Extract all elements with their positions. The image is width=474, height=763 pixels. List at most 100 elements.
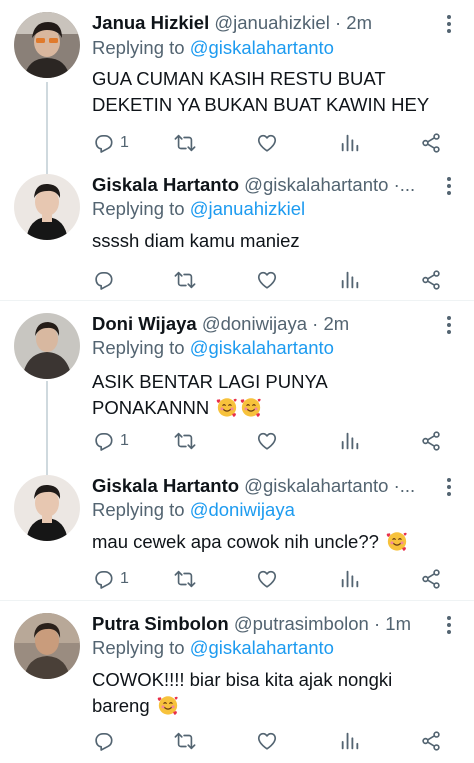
- tweet-header: Giskala Hartanto @giskalahartanto ·...: [92, 174, 442, 196]
- mention-link[interactable]: @doniwijaya: [190, 499, 295, 520]
- avatar[interactable]: [14, 613, 80, 679]
- analytics-button[interactable]: [339, 428, 361, 454]
- analytics-icon: [339, 568, 361, 590]
- avatar[interactable]: [14, 174, 80, 240]
- reply-button[interactable]: 1: [92, 428, 129, 454]
- like-icon: [256, 430, 278, 452]
- replying-to: Replying to @giskalahartanto: [92, 37, 334, 59]
- smiling-face-with-hearts-emoji: [240, 396, 262, 418]
- tweet-text-content: ssssh diam kamu maniez: [92, 230, 300, 251]
- thread-line: [46, 381, 48, 463]
- smiling-face-with-hearts-emoji: [216, 396, 238, 418]
- share-icon: [420, 269, 442, 291]
- more-icon[interactable]: [446, 478, 452, 499]
- tweet-reply[interactable]: Giskala Hartanto @giskalahartanto ·... R…: [0, 162, 474, 300]
- like-button[interactable]: [256, 267, 278, 293]
- user-handle[interactable]: @doniwijaya: [202, 313, 307, 334]
- retweet-icon: [174, 132, 196, 154]
- user-handle[interactable]: @januahizkiel: [214, 12, 329, 33]
- analytics-icon: [339, 132, 361, 154]
- timestamp[interactable]: 2m: [346, 12, 372, 33]
- display-name[interactable]: Janua Hizkiel: [92, 12, 209, 33]
- more-icon[interactable]: [446, 616, 452, 637]
- separator-dot: ·...: [393, 475, 416, 496]
- retweet-button[interactable]: [174, 428, 196, 454]
- display-name[interactable]: Giskala Hartanto: [92, 475, 239, 496]
- reply-button[interactable]: [92, 267, 114, 293]
- replying-to-label: Replying to: [92, 637, 185, 658]
- tweet-header: Giskala Hartanto @giskalahartanto ·...: [92, 475, 442, 497]
- mention-link[interactable]: @januahizkiel: [190, 198, 305, 219]
- timestamp[interactable]: 2m: [323, 313, 349, 334]
- timestamp[interactable]: 1m: [385, 613, 411, 634]
- replying-to: Replying to @doniwijaya: [92, 499, 295, 521]
- like-button[interactable]: [256, 566, 278, 592]
- separator-dot: ·...: [393, 174, 416, 195]
- share-button[interactable]: [420, 428, 442, 454]
- display-name[interactable]: Putra Simbolon: [92, 613, 229, 634]
- share-button[interactable]: [420, 566, 442, 592]
- like-icon: [256, 730, 278, 752]
- tweet-text-content: GUA CUMAN KASIH RESTU BUAT DEKETIN YA BU…: [92, 68, 430, 115]
- analytics-button[interactable]: [339, 566, 361, 592]
- action-bar: [92, 267, 474, 293]
- tweet-text: mau cewek apa cowok nih uncle??: [92, 529, 454, 555]
- tweet-text-content: ASIK BENTAR LAGI PUNYA PONAKANNN: [92, 371, 327, 418]
- retweet-button[interactable]: [174, 267, 196, 293]
- action-bar: 1: [92, 130, 474, 156]
- analytics-button[interactable]: [339, 728, 361, 754]
- smiling-face-with-hearts-emoji: [386, 530, 408, 552]
- separator-dot: ·: [334, 12, 342, 33]
- tweet-reply[interactable]: Janua Hizkiel @januahizkiel · 2m Replyin…: [0, 0, 474, 162]
- share-button[interactable]: [420, 267, 442, 293]
- retweet-button[interactable]: [174, 566, 196, 592]
- mention-link[interactable]: @giskalahartanto: [190, 337, 334, 358]
- retweet-icon: [174, 269, 196, 291]
- share-button[interactable]: [420, 130, 442, 156]
- reply-icon: [92, 430, 114, 452]
- avatar[interactable]: [14, 475, 80, 541]
- more-icon[interactable]: [446, 177, 452, 198]
- reply-icon: [92, 269, 114, 291]
- more-icon[interactable]: [446, 15, 452, 36]
- mention-link[interactable]: @giskalahartanto: [190, 37, 334, 58]
- replying-to: Replying to @giskalahartanto: [92, 637, 334, 659]
- user-handle[interactable]: @giskalahartanto: [244, 174, 388, 195]
- avatar[interactable]: [14, 313, 80, 379]
- reply-count: 1: [120, 134, 129, 151]
- reply-button[interactable]: 1: [92, 130, 129, 156]
- share-button[interactable]: [420, 728, 442, 754]
- display-name[interactable]: Giskala Hartanto: [92, 174, 239, 195]
- thread-line: [46, 82, 48, 162]
- smiling-face-with-hearts-emoji: [157, 694, 179, 716]
- separator-dot: ·: [373, 613, 381, 634]
- analytics-button[interactable]: [339, 267, 361, 293]
- more-icon[interactable]: [446, 316, 452, 337]
- analytics-icon: [339, 430, 361, 452]
- tweet-text: ssssh diam kamu maniez: [92, 228, 454, 254]
- analytics-icon: [339, 730, 361, 752]
- like-button[interactable]: [256, 728, 278, 754]
- reply-button[interactable]: 1: [92, 566, 129, 592]
- action-bar: [92, 728, 474, 754]
- user-handle[interactable]: @giskalahartanto: [244, 475, 388, 496]
- avatar[interactable]: [14, 12, 80, 78]
- mention-link[interactable]: @giskalahartanto: [190, 637, 334, 658]
- user-handle[interactable]: @putrasimbolon: [234, 613, 369, 634]
- tweet-reply[interactable]: Giskala Hartanto @giskalahartanto ·... R…: [0, 463, 474, 601]
- retweet-button[interactable]: [174, 728, 196, 754]
- retweet-button[interactable]: [174, 130, 196, 156]
- tweet-reply[interactable]: Doni Wijaya @doniwijaya · 2m Replying to…: [0, 301, 474, 463]
- thread-line: [46, 463, 48, 475]
- analytics-icon: [339, 269, 361, 291]
- reply-count: 1: [120, 432, 129, 449]
- analytics-button[interactable]: [339, 130, 361, 156]
- like-button[interactable]: [256, 428, 278, 454]
- action-bar: 1: [92, 566, 474, 592]
- reply-button[interactable]: [92, 728, 114, 754]
- display-name[interactable]: Doni Wijaya: [92, 313, 197, 334]
- tweet-reply[interactable]: Putra Simbolon @putrasimbolon · 1m Reply…: [0, 601, 474, 763]
- like-button[interactable]: [256, 130, 278, 156]
- retweet-icon: [174, 730, 196, 752]
- retweet-icon: [174, 568, 196, 590]
